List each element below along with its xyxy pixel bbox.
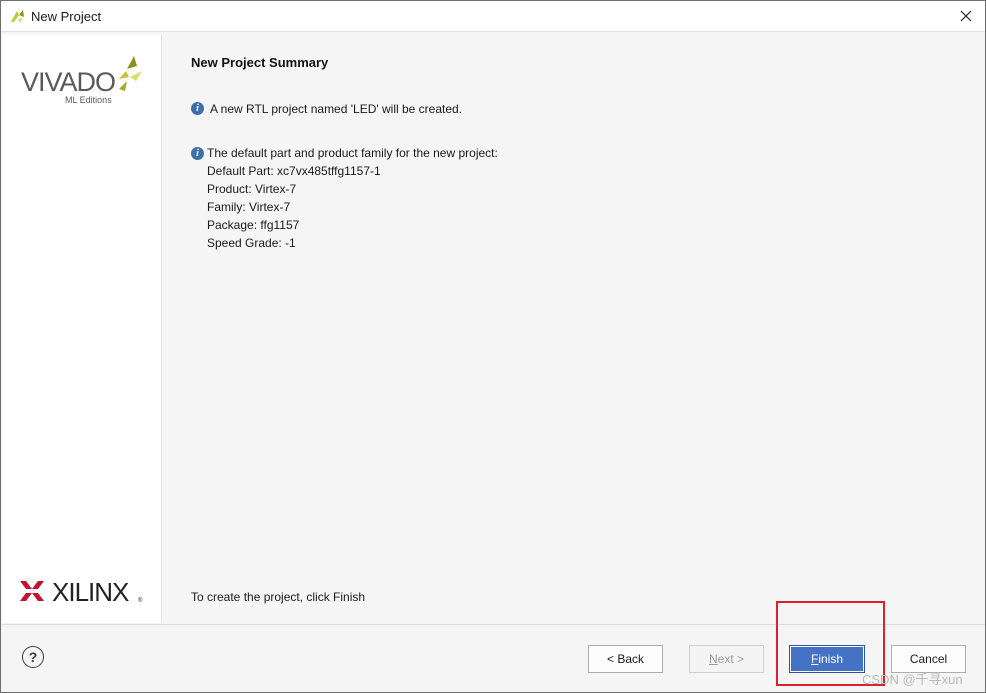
csdn-watermark: CSDN @千寻xun (862, 672, 963, 687)
finish-hint: To create the project, click Finish (191, 590, 366, 604)
finish-mnemonic: F (810, 652, 819, 666)
footer-divider (2, 624, 985, 625)
package-line: Package: ffg1157 (207, 218, 300, 232)
xilinx-wordmark: XILINX (52, 577, 129, 607)
help-icon: ? (28, 649, 38, 665)
next-mnemonic: N (708, 652, 718, 666)
close-button[interactable] (955, 5, 977, 27)
branding-pane: VIVADO ML Editions XILINX ® (2, 34, 162, 623)
finish-button[interactable]: Finish (789, 645, 865, 673)
xilinx-logo: XILINX ® (20, 577, 143, 607)
rtl-project-info: A new RTL project named 'LED' will be cr… (210, 102, 463, 116)
vivado-app-icon (11, 10, 24, 23)
vivado-wordmark: VIVADO (21, 67, 115, 97)
back-button[interactable]: < Back (588, 645, 663, 673)
summary-content: New Project Summary i A new RTL project … (191, 34, 971, 624)
new-project-dialog: New Project VIVADO ML Editions XILINX ® … (0, 0, 986, 693)
title-bar[interactable]: New Project (1, 1, 985, 32)
family-line: Family: Virtex-7 (207, 200, 291, 214)
vivado-logo: VIVADO ML Editions (21, 56, 142, 105)
svg-text:®: ® (138, 597, 143, 604)
vivado-edition: ML Editions (65, 95, 112, 105)
part-info-heading: The default part and product family for … (207, 146, 498, 160)
finish-label: inish (818, 652, 844, 666)
window-title: New Project (31, 9, 102, 24)
product-line: Product: Virtex-7 (207, 182, 297, 196)
close-icon (960, 10, 972, 22)
next-label: ext > (717, 652, 745, 666)
page-title: New Project Summary (191, 55, 329, 70)
speed-grade-line: Speed Grade: -1 (207, 236, 296, 250)
default-part-line: Default Part: xc7vx485tffg1157-1 (207, 164, 381, 178)
help-button[interactable]: ? (22, 646, 44, 668)
next-button[interactable]: Next > (689, 645, 764, 673)
info-icon: i (191, 102, 204, 115)
info-icon: i (191, 147, 204, 160)
